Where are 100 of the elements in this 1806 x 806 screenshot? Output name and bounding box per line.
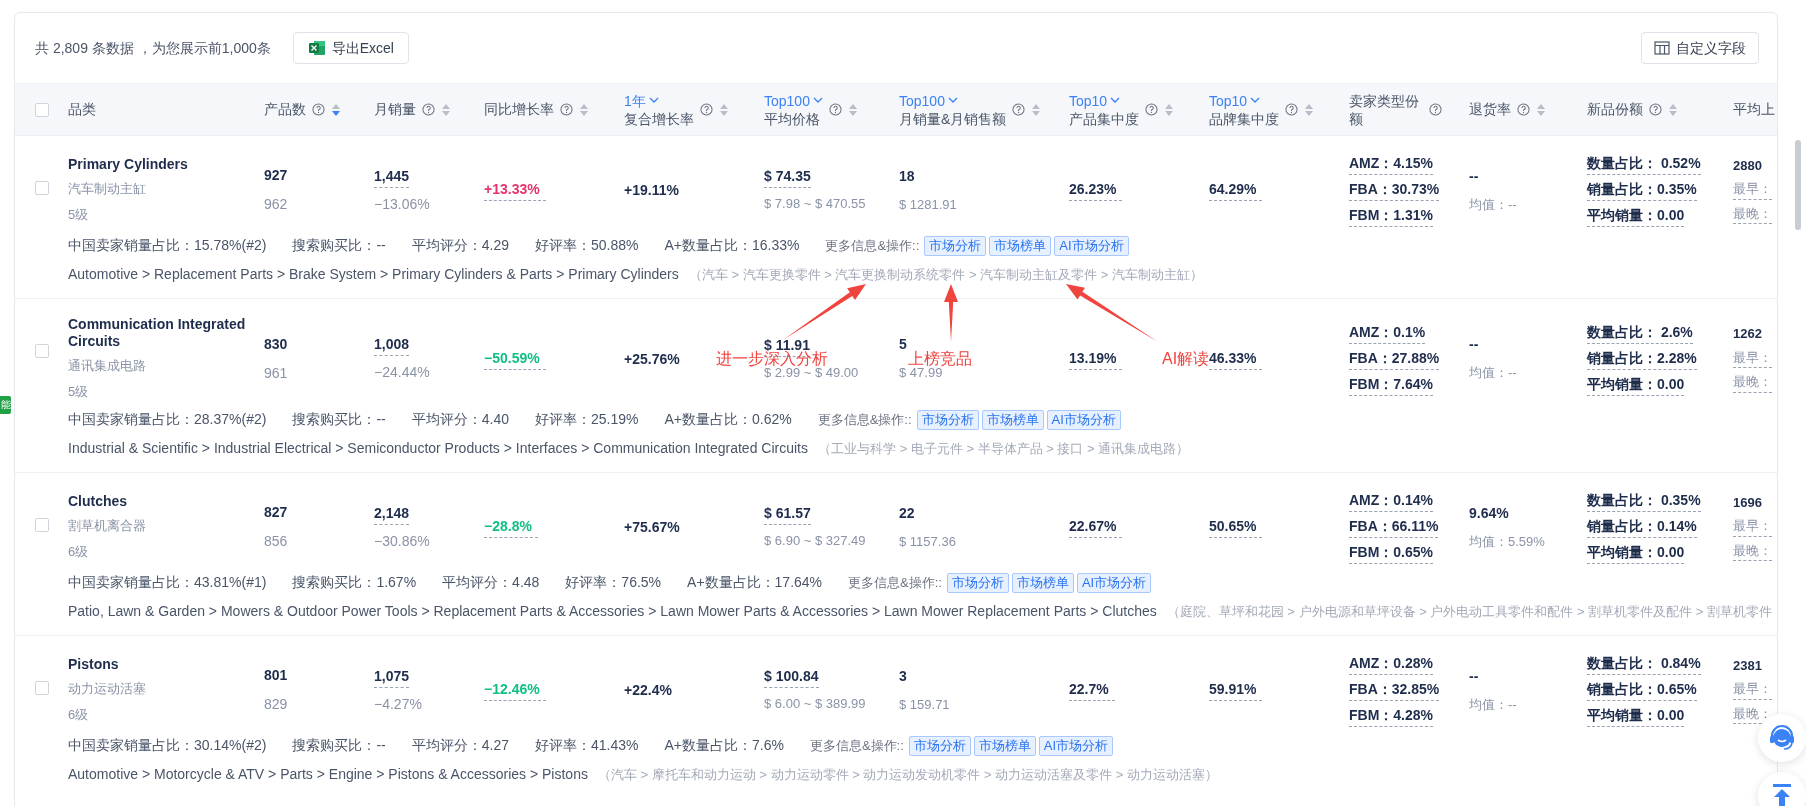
column-header: 月销量	[374, 100, 416, 119]
action-tag[interactable]: 市场榜单	[973, 735, 1036, 756]
stat-text: 平均评分：4.27	[411, 736, 509, 755]
help-icon[interactable]	[1285, 103, 1298, 116]
sort-icon[interactable]	[579, 102, 589, 117]
help-icon[interactable]	[1517, 103, 1530, 116]
sort-icon[interactable]	[1031, 102, 1042, 117]
scrollbar-thumb[interactable]	[1795, 140, 1801, 230]
column-header: 品类	[68, 100, 96, 119]
sort-icon[interactable]	[719, 102, 729, 117]
row-checkbox[interactable]	[34, 518, 49, 532]
action-tag[interactable]: AI市场分析	[1054, 235, 1129, 256]
action-tag[interactable]: 市场分析	[916, 409, 979, 430]
table-cell-text: 均值：--	[1469, 195, 1518, 214]
sort-icon[interactable]	[1304, 102, 1314, 117]
table-cell-text: 22	[899, 503, 916, 523]
action-tag[interactable]: AI市场分析	[1076, 572, 1152, 593]
table-cell: 22.7%	[1069, 679, 1115, 701]
category-path: Patio, Lawn & Garden > Mowers & Outdoor Power Tools > Replacement Parts & Accessories > Lawn Mower Parts & Accessories > Lawn Mower Replacement Parts > Clutches	[68, 602, 1157, 621]
sort-icon[interactable]	[331, 102, 341, 117]
table-cell-text: --	[1469, 335, 1480, 355]
action-tag[interactable]: 市场榜单	[989, 235, 1052, 256]
action-tag[interactable]: 市场榜单	[1011, 572, 1074, 593]
action-tag[interactable]: 市场分析	[908, 735, 971, 756]
period-selector[interactable]: Top100	[764, 91, 823, 110]
table-cell: 13.19%	[1069, 347, 1123, 370]
row-checkbox[interactable]	[34, 344, 49, 358]
spreadsheet-icon	[307, 40, 326, 56]
sort-icon[interactable]	[1668, 102, 1678, 117]
column-header: 同比增长率	[484, 100, 554, 119]
table-cell-text: −4.27%	[374, 694, 422, 714]
stat-text: 好评率：25.19%	[534, 410, 639, 429]
table-cell-text: 均值：--	[1469, 695, 1518, 714]
table-cell: 46.33%	[1209, 347, 1263, 370]
stat-text: 中国卖家销量占比：43.81%(#1)	[68, 573, 267, 592]
table-cell: 销量占比：0.65%	[1587, 679, 1697, 701]
table-cell: 最早：	[1733, 347, 1772, 369]
help-icon[interactable]	[1429, 103, 1442, 116]
action-tag[interactable]: 市场分析	[924, 235, 987, 256]
table-cell-text: $ 1281.91	[899, 195, 958, 214]
help-icon[interactable]	[1649, 103, 1662, 116]
custom-fields-button[interactable]: 自定义字段	[1641, 32, 1759, 64]
row-checkbox[interactable]	[34, 681, 49, 695]
help-icon[interactable]	[828, 103, 842, 116]
stat-text: 中国卖家销量占比：28.37%(#2)	[68, 410, 267, 429]
help-icon[interactable]	[422, 103, 435, 116]
column-header: 复合增长率	[624, 109, 694, 128]
table-cell: FBM：7.64%	[1349, 373, 1434, 396]
table-cell-text: −24.44%	[374, 363, 430, 382]
export-excel-button[interactable]: 导出Excel	[292, 32, 409, 64]
table-cell: 数量占比： 0.84%	[1587, 653, 1701, 675]
category-path-cn: （庭院、草坪和花园 > 户外电源和草坪设备 > 户外电动工具零件和配件 > 割草机零件及配件 > 割草机零件	[1166, 602, 1772, 621]
category-name-cn: 通讯集成电路	[68, 357, 147, 375]
column-header: 卖家类型份额	[1349, 91, 1420, 128]
help-icon[interactable]	[1012, 103, 1026, 116]
stat-text: 搜索购买比：1.67%	[292, 573, 417, 592]
headset-icon	[1767, 723, 1797, 753]
back-to-top-button[interactable]	[1758, 772, 1806, 806]
table-cell: 最晚：	[1733, 203, 1772, 225]
select-all-checkbox[interactable]	[34, 102, 49, 117]
period-selector[interactable]: Top10	[1069, 91, 1139, 110]
sort-icon[interactable]	[847, 102, 858, 117]
table-cell-text: 962	[264, 195, 289, 214]
help-icon[interactable]	[700, 103, 713, 116]
row-checkbox[interactable]	[34, 181, 49, 195]
period-selector[interactable]: 1年	[624, 91, 694, 110]
action-tag[interactable]: 市场分析	[946, 572, 1009, 593]
column-header: 品牌集中度	[1209, 109, 1279, 128]
action-tag[interactable]: AI市场分析	[1046, 409, 1121, 430]
table-cell: AMZ：4.15%	[1349, 153, 1434, 175]
help-icon[interactable]	[1145, 103, 1158, 116]
sort-icon[interactable]	[1536, 102, 1546, 117]
help-icon[interactable]	[560, 103, 573, 116]
stat-text: 好评率：41.43%	[534, 736, 639, 755]
table-cell: $ 61.57	[764, 503, 811, 526]
sort-icon[interactable]	[1164, 102, 1174, 117]
table-cell: $ 74.35	[764, 166, 811, 189]
table-cell: 1,075	[374, 665, 410, 688]
chevron-down-icon	[1250, 97, 1261, 104]
side-tab[interactable]: 能	[0, 396, 11, 414]
table-cell: 数量占比： 2.6%	[1587, 321, 1693, 344]
category-path: Industrial & Scientific > Industrial Electrical > Semiconductor Products > Interfaces > Communication Integrated Circuits	[68, 439, 808, 458]
table-cell: 26.23%	[1069, 179, 1123, 201]
period-selector[interactable]: Top10	[1209, 91, 1279, 110]
category-path-cn: （汽车 > 汽车更换零件 > 汽车更换制动系统零件 > 汽车制动主缸及零件 > 汽车制动主缸）	[688, 265, 1204, 284]
action-tag[interactable]: 市场榜单	[981, 409, 1044, 430]
action-tag[interactable]: AI市场分析	[1038, 735, 1114, 756]
help-icon[interactable]	[312, 103, 325, 116]
annotation-label: 上榜竞品	[908, 351, 972, 367]
table-cell-text: −30.86%	[374, 531, 430, 551]
category-name-cn: 割草机离合器	[68, 517, 147, 535]
result-summary: 共 2,809 条数据 ，为您展示前1,000条	[35, 38, 271, 58]
chevron-down-icon	[812, 97, 823, 104]
stat-text: A+数量占比：7.6%	[664, 736, 784, 755]
category-path: Automotive > Motorcycle & ATV > Parts > Engine > Pistons & Accessories > Pistons	[68, 765, 588, 784]
period-selector[interactable]: Top100	[899, 91, 1007, 110]
table-cell-text: $ 6.90 ~ $ 327.49	[764, 532, 866, 551]
table-cell: FBA：66.11%	[1349, 516, 1439, 538]
stat-text: A+数量占比：17.64%	[687, 573, 823, 592]
sort-icon[interactable]	[441, 102, 451, 117]
